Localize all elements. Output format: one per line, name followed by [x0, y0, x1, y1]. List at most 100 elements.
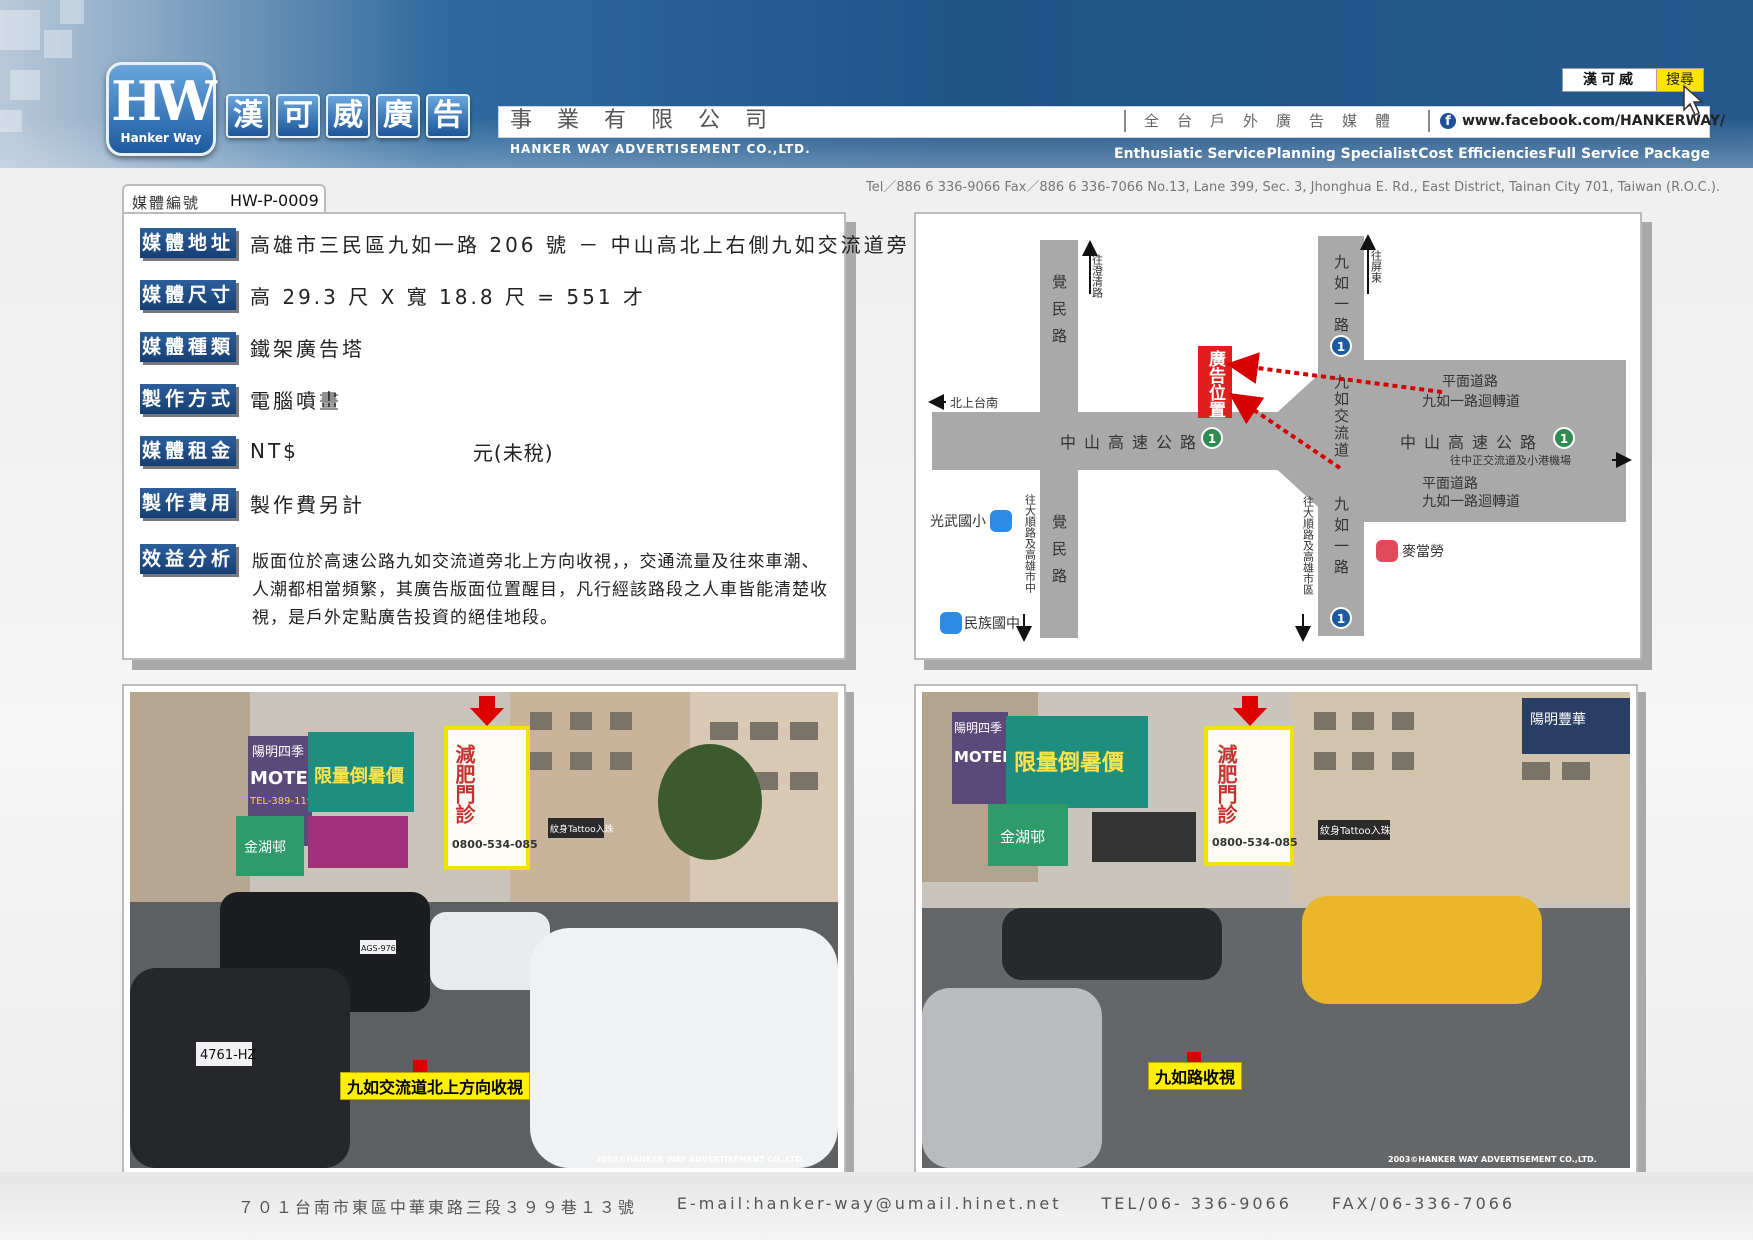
tagline: Cost Efficiencies [1418, 146, 1547, 162]
info-label: 媒體租金 [140, 436, 236, 466]
info-value: 高 29.3 尺 X 寬 18.8 尺 = 551 才 [250, 284, 646, 309]
sign-text: 陽明四季 [954, 721, 1002, 735]
ramp-label: 九如一路迴轉道 [1422, 494, 1520, 510]
info-value: 高雄市三民區九如一路 206 號 － 中山高北上右側九如交流道旁 [250, 232, 910, 257]
info-row-cost: 製作費用 製作費另計 [140, 488, 365, 518]
direction-label: 往澄清路 [1091, 253, 1104, 299]
direction-label: 往屏東 [1370, 249, 1383, 284]
route-number: 1 [1337, 340, 1345, 354]
billboard-title: 減肥門診 [452, 743, 476, 825]
facebook-icon[interactable]: f [1440, 113, 1456, 129]
brand-char: 漢 [226, 94, 270, 138]
ramp-bottom [1364, 462, 1626, 522]
poi-label: 麥當勞 [1402, 544, 1444, 560]
media-number-label: 媒體編號 [132, 194, 201, 212]
brand-char: 告 [426, 94, 470, 138]
copyright: 2003©HANKER WAY ADVERTISEMENT CO.,LTD. [1388, 1155, 1597, 1164]
divider [1428, 110, 1430, 132]
info-label: 媒體種類 [140, 332, 236, 362]
road-label: 中山高速公路 [1060, 433, 1204, 452]
direction-label: 往大順路及高雄市區 [1302, 495, 1315, 595]
info-label: 製作方式 [140, 384, 236, 414]
info-row-address: 媒體地址 高雄市三民區九如一路 206 號 － 中山高北上右側九如交流道旁 [140, 228, 910, 258]
billboard-phone: 0800-534-085 [452, 838, 538, 851]
poi-label: 民族國中 [964, 616, 1020, 632]
sign-text: 限量倒暑價 [1014, 751, 1125, 776]
media-sheet: HW Hanker Way 漢 可 威 廣 告 事業有限公司 HANKER WA… [0, 0, 1753, 1240]
info-row-size: 媒體尺寸 高 29.3 尺 X 寬 18.8 尺 = 551 才 [140, 280, 646, 310]
car-sedan [130, 968, 350, 1168]
car-silver [922, 988, 1102, 1168]
photo-right: 陽明豐華 陽明四季 MOTEL 限量倒暑價 金湖邨 減肥門診 0800-534-… [914, 684, 1638, 1176]
company-logo: HW Hanker Way [106, 62, 217, 156]
brand-char: 威 [326, 94, 370, 138]
road-label: 九如一路 [1332, 254, 1350, 338]
logo-mark-text: HW [111, 69, 217, 133]
restaurant-icon [1376, 540, 1398, 562]
billboard-title: 減肥門診 [1214, 743, 1238, 825]
car-taxi [1302, 896, 1542, 1004]
info-label: 製作費用 [140, 488, 236, 518]
info-label: 媒體地址 [140, 228, 236, 258]
direction-label: 往大順路及高雄市中 [1024, 493, 1037, 593]
sign-text: 紋身Tattoo入珠 [1320, 824, 1391, 837]
ramp-label: 平面道路 [1442, 374, 1498, 390]
info-value-suffix: 元(未稅) [472, 440, 554, 465]
tree [658, 744, 762, 860]
footer-tel: TEL/06- 336-9066 [1101, 1194, 1292, 1213]
info-value: 製作費另計 [250, 492, 365, 517]
footer-email[interactable]: E-mail:hanker-way@umail.hinet.net [677, 1194, 1062, 1218]
info-value: 鐵架廣告塔 [250, 336, 365, 361]
location-map: 覺民路 覺民路 九如一路 九如交流道 九如一路 中山高速公路 中山高速公路 1 … [914, 212, 1642, 660]
info-label: 媒體尺寸 [140, 280, 236, 310]
company-name-cn: 事業有限公司 [510, 108, 793, 133]
plate-text: 4761-HZ [200, 1048, 257, 1063]
contact-line: Tel／886 6 336-9066 Fax／886 6 336-7066 No… [866, 180, 1721, 195]
info-row-method: 製作方式 電腦噴畫 [140, 384, 342, 414]
road-label: 中山高速公路 [1400, 433, 1544, 452]
route-number: 1 [1337, 612, 1345, 626]
cursor-icon [1683, 84, 1704, 117]
header-banner [0, 0, 1753, 168]
sign-text: 限量倒暑價 [314, 765, 405, 787]
building [130, 692, 250, 902]
road-label: 覺民路 [1050, 514, 1068, 595]
footer-address: ７０１台南市東區中華東路三段３９９巷１３號 [237, 1198, 637, 1217]
direction-label: 北上台南 [950, 395, 998, 410]
media-number-value: HW-P-0009 [230, 191, 319, 210]
direction-label: 往中正交流道及小港機場 [1450, 453, 1571, 467]
sign-led [1092, 812, 1196, 862]
route-number: 1 [1560, 432, 1568, 446]
sign-text: MOTEL [954, 748, 1012, 766]
info-value: 電腦噴畫 [250, 388, 342, 413]
billboard-phone: 0800-534-085 [1212, 836, 1298, 849]
road-label: 九如一路 [1332, 496, 1350, 580]
info-row-type: 媒體種類 鐵架廣告塔 [140, 332, 365, 362]
car-dark [1002, 908, 1222, 980]
tagline: Full Service Package [1547, 146, 1710, 162]
info-value: NT$ [250, 439, 299, 463]
footer-fax: FAX/06-336-7066 [1331, 1194, 1516, 1213]
photo-caption: 九如路收視 [1148, 1062, 1243, 1090]
info-panel: 媒體地址 高雄市三民區九如一路 206 號 － 中山高北上右側九如交流道旁 媒體… [122, 212, 907, 660]
company-name-en: HANKER WAY ADVERTISEMENT CO.,LTD. [510, 142, 811, 156]
ad-position-label: 廣告位置 [1205, 349, 1226, 418]
search-input[interactable]: 漢可威 [1562, 68, 1658, 92]
info-row-benefit: 效益分析 [140, 544, 236, 574]
road-label: 覺民路 [1050, 274, 1068, 355]
logo-sub-text: Hanker Way [120, 131, 202, 145]
plate-text: AGS-9761 [361, 944, 401, 953]
sign-led [308, 816, 408, 868]
car-white-front [530, 928, 838, 1168]
sign-text: 金湖邨 [244, 840, 286, 856]
school-icon [990, 510, 1012, 532]
sign-text: 金湖邨 [1000, 828, 1045, 846]
sign-text: 紋身Tattoo入珠 [550, 823, 614, 835]
footer: ７０１台南市東區中華東路三段３９９巷１３號 E-mail:hanker-way@… [0, 1194, 1753, 1218]
photo-caption: 九如交流道北上方向收視 [340, 1072, 531, 1100]
brand-char: 可 [276, 94, 320, 138]
brand-name: 漢 可 威 廣 告 [226, 94, 470, 138]
divider [1124, 110, 1126, 132]
benefit-text: 版面位於高速公路九如交流道旁北上方向收視，，交通流量及往來車潮、人潮都相當頻繁，… [252, 552, 828, 628]
copyright: 2003©HANKER WAY ADVERTISEMENT CO.,LTD. [596, 1155, 805, 1164]
